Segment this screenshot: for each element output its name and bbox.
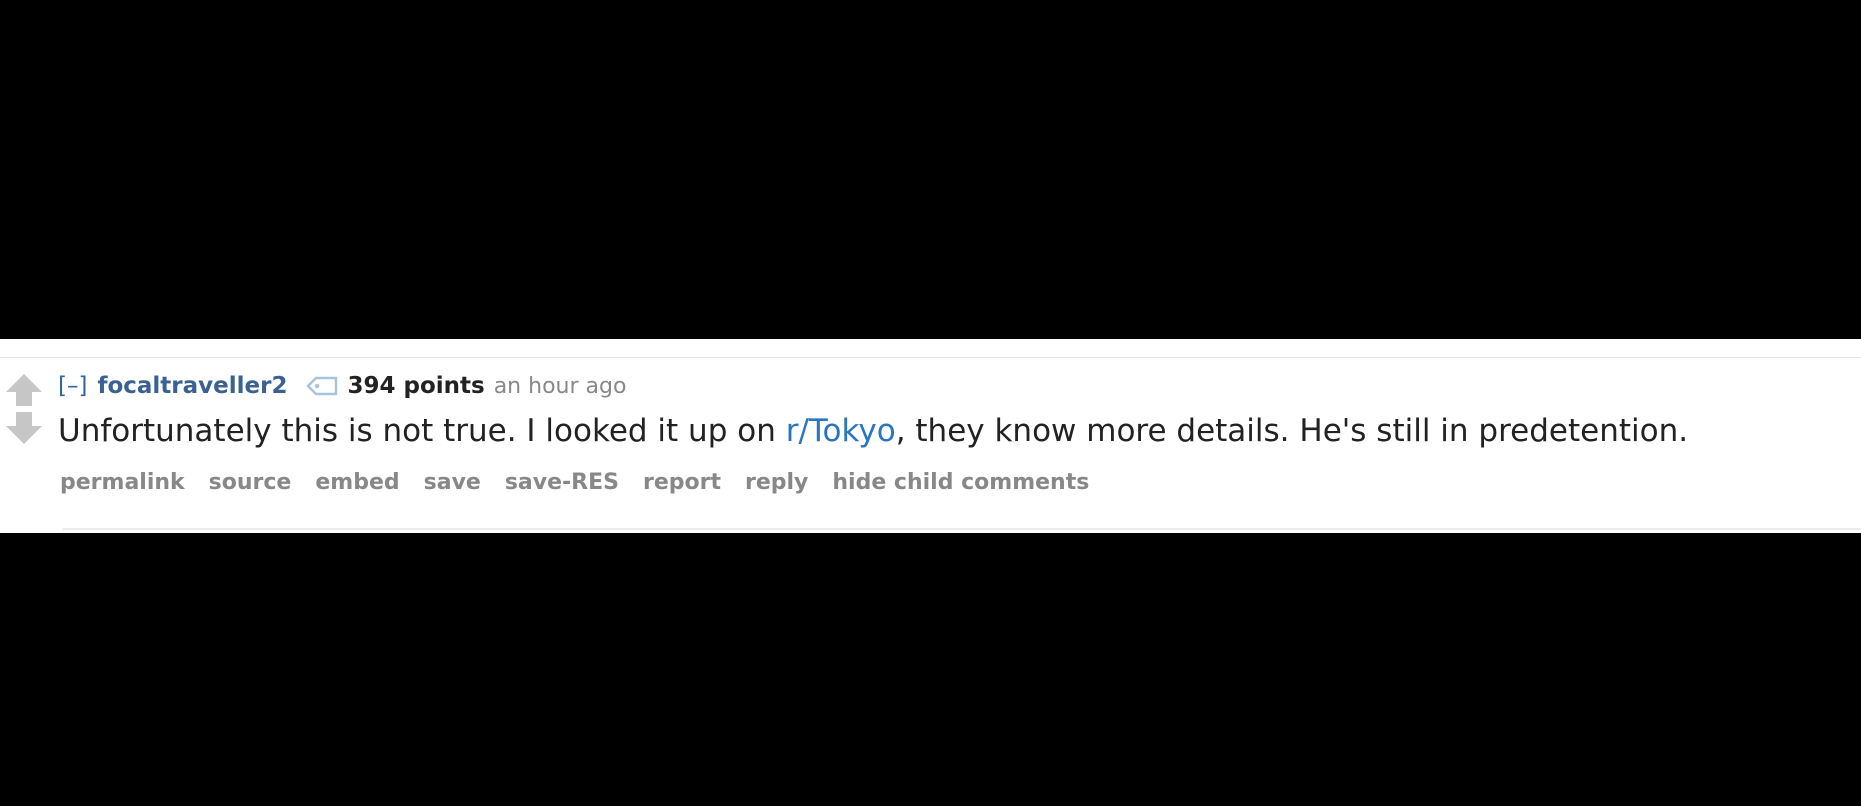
downvote-arrow-icon[interactable]: [4, 410, 44, 446]
comment-body: Unfortunately this is not true. I looked…: [58, 411, 1688, 451]
embed-button[interactable]: embed: [315, 470, 399, 495]
source-button[interactable]: source: [209, 470, 292, 495]
score: 394 points: [347, 373, 485, 399]
letterbox-bottom: [0, 533, 1861, 806]
letterbox-top: [0, 0, 1861, 339]
comment-text-continued: , they know more details. He's still in …: [895, 413, 1689, 449]
child-comment-border: [62, 528, 1861, 530]
report-button[interactable]: report: [643, 470, 721, 495]
save-res-button[interactable]: save-RES: [505, 470, 619, 495]
upvote-arrow-icon[interactable]: [4, 372, 44, 408]
comment-actions: permalink source embed save save-RES rep…: [60, 470, 1113, 495]
divider: [0, 357, 1861, 358]
author-link[interactable]: focaltraveller2: [97, 373, 287, 399]
comment: [–] focaltraveller2 394 points an hour a…: [0, 339, 1861, 533]
comment-tagline: [–] focaltraveller2 394 points an hour a…: [58, 369, 626, 403]
subreddit-link[interactable]: r/Tokyo: [786, 413, 896, 449]
permalink-button[interactable]: permalink: [60, 470, 185, 495]
comment-text: Unfortunately this is not true. I looked…: [58, 413, 786, 449]
hide-child-comments-button[interactable]: hide child comments: [832, 470, 1089, 495]
collapse-toggle[interactable]: [–]: [58, 373, 87, 399]
vote-controls: [4, 372, 44, 452]
reply-button[interactable]: reply: [745, 470, 808, 495]
save-button[interactable]: save: [424, 470, 481, 495]
user-tag-icon[interactable]: [305, 374, 339, 398]
timestamp: an hour ago: [493, 373, 627, 399]
